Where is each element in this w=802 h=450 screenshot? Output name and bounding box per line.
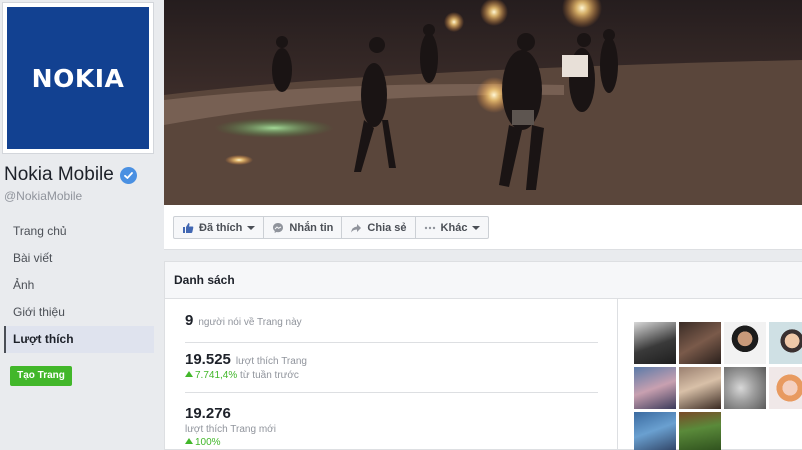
nokia-logo: NOKIA <box>31 63 125 93</box>
nav-item-about[interactable]: Giới thiệu <box>4 299 154 326</box>
chevron-down-icon <box>472 225 481 230</box>
more-label: Khác <box>440 221 468 234</box>
nav-item-likes[interactable]: Lượt thích <box>4 326 154 353</box>
liked-label: Đã thích <box>199 221 243 234</box>
talking-label: người nói về Trang này <box>198 317 302 328</box>
new-likes-count: 19.276 <box>185 405 231 422</box>
profile-picture[interactable]: NOKIA <box>2 2 154 154</box>
more-button[interactable]: Khác <box>416 217 489 238</box>
growth-label: từ tuần trước <box>240 370 299 381</box>
page-handle[interactable]: @NokiaMobile <box>4 189 82 203</box>
nav-item-posts[interactable]: Bài viết <box>4 245 154 272</box>
weekly-growth: 7.741,4% từ tuần trước <box>185 370 598 381</box>
verified-badge-icon <box>119 166 137 184</box>
liker-thumbnail[interactable] <box>724 367 766 409</box>
liker-thumbnail[interactable] <box>679 322 721 364</box>
new-likes-stat: 19.276 lượt thích Trang mới 100% <box>185 393 598 448</box>
likes-stats: 9 người nói về Trang này 19.525 lượt thí… <box>185 312 598 448</box>
new-likes-percent: 100% <box>195 437 221 448</box>
talking-about-stat: 9 người nói về Trang này <box>185 312 598 343</box>
ellipsis-icon <box>424 222 436 234</box>
likes-panel: Danh sách 9 người nói về Trang này 19.52… <box>164 261 802 450</box>
liker-thumbnail[interactable] <box>634 367 676 409</box>
liker-thumbnail[interactable] <box>769 322 802 364</box>
create-page-button[interactable]: Tạo Trang <box>10 366 72 386</box>
talking-count: 9 <box>185 312 194 329</box>
panel-title: Danh sách <box>165 262 802 299</box>
liker-thumbnails <box>634 322 802 450</box>
page-action-bar: Đã thích Nhắn tin Chia sẻ Khác <box>164 205 802 250</box>
total-likes-count: 19.525 <box>185 351 231 368</box>
nav-item-home[interactable]: Trang chủ <box>4 218 154 245</box>
liker-thumbnail[interactable] <box>724 322 766 364</box>
liked-button[interactable]: Đã thích <box>174 217 265 238</box>
message-label: Nhắn tin <box>289 221 334 234</box>
liker-thumbnail[interactable] <box>679 412 721 450</box>
liker-thumbnail[interactable] <box>679 367 721 409</box>
up-arrow-icon <box>185 438 193 444</box>
liker-thumbnail[interactable] <box>769 367 802 409</box>
page-nav: Trang chủ Bài viết Ảnh Giới thiệu Lượt t… <box>4 218 154 353</box>
new-likes-label: lượt thích Trang mới <box>185 424 276 435</box>
cover-photo[interactable] <box>164 0 802 205</box>
page-name[interactable]: Nokia Mobile <box>4 164 137 186</box>
action-button-group: Đã thích Nhắn tin Chia sẻ Khác <box>173 216 490 239</box>
share-label: Chia sẻ <box>367 221 407 234</box>
growth-percent: 7.741,4% <box>195 370 238 381</box>
messenger-icon <box>272 222 284 234</box>
liker-thumbnail[interactable] <box>634 322 676 364</box>
cover-photo-image <box>164 0 802 205</box>
thumbs-up-icon <box>182 222 194 234</box>
page-name-text: Nokia Mobile <box>4 164 114 185</box>
total-likes-stat: 19.525 lượt thích Trang 7.741,4% từ tuần… <box>185 343 598 393</box>
total-likes-label: lượt thích Trang <box>235 356 307 367</box>
liker-thumbnail[interactable] <box>634 412 676 450</box>
new-likes-growth: 100% <box>185 437 598 448</box>
panel-divider <box>617 299 618 450</box>
nav-item-photos[interactable]: Ảnh <box>4 272 154 299</box>
share-arrow-icon <box>350 222 362 234</box>
share-button[interactable]: Chia sẻ <box>342 217 416 238</box>
up-arrow-icon <box>185 371 193 377</box>
chevron-down-icon <box>247 225 256 230</box>
nokia-logo-image: NOKIA <box>7 7 149 149</box>
message-button[interactable]: Nhắn tin <box>264 217 343 238</box>
